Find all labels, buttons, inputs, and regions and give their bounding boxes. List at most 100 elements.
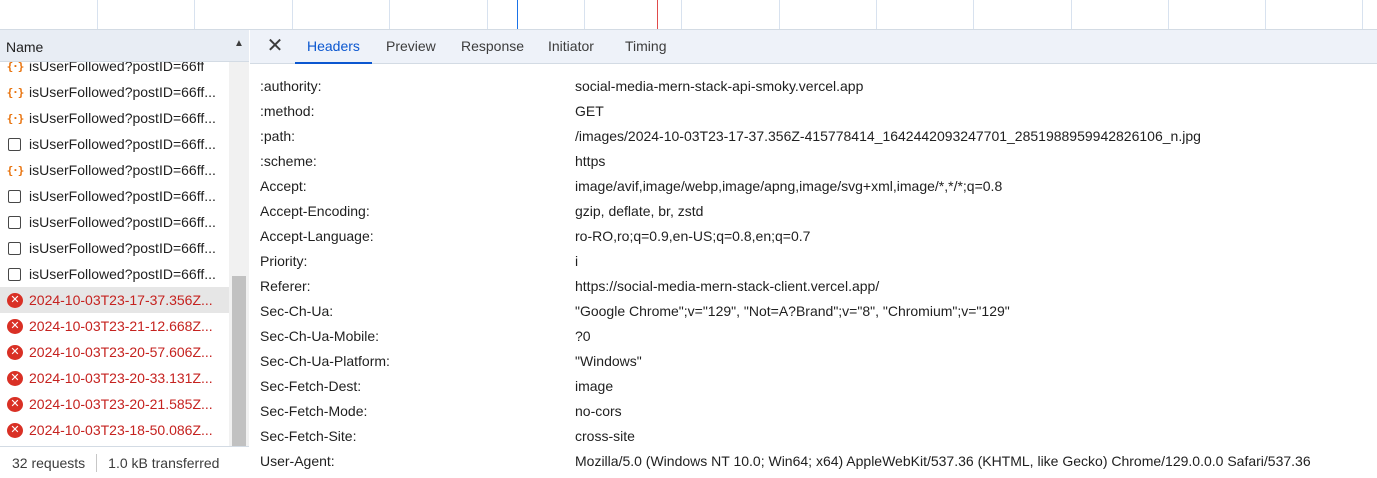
scroll-up-icon[interactable]: ▲	[230, 35, 248, 53]
header-name: Referer:	[260, 278, 311, 294]
header-value: ?0	[575, 328, 591, 344]
error-icon: ✕	[7, 344, 23, 360]
request-name: 2024-10-03T23-20-57.606Z...	[29, 344, 213, 360]
header-row: Sec-Fetch-Mode: no-cors	[250, 399, 1377, 424]
timeline-gridline	[876, 0, 877, 29]
name-column-label: Name	[6, 39, 44, 55]
timeline-gridline	[681, 0, 682, 29]
status-divider	[96, 453, 98, 472]
header-value: ro-RO,ro;q=0.9,en-US;q=0.8,en;q=0.7	[575, 228, 811, 244]
network-timeline[interactable]	[0, 0, 1377, 30]
timeline-gridline	[584, 0, 585, 29]
request-rows: {·} isUserFollowed?postID=66ff {·} isUserFo…	[0, 62, 229, 445]
header-value: cross-site	[575, 428, 635, 444]
header-value: Mozilla/5.0 (Windows NT 10.0; Win64; x64…	[575, 453, 1311, 469]
timeline-gridline	[1168, 0, 1169, 29]
header-row: Sec-Fetch-Site: cross-site	[250, 424, 1377, 449]
tab-headers[interactable]: Headers	[295, 30, 372, 64]
request-row[interactable]: ✕ 2024-10-03T23-20-33.131Z...	[0, 365, 229, 391]
details-tabbar: ✕ Headers Preview Response Initiator Tim…	[250, 30, 1377, 64]
header-value: "Google Chrome";v="129", "Not=A?Brand";v…	[575, 303, 1010, 319]
request-row[interactable]: ✕ 2024-10-03T23-17-37.356Z...	[0, 287, 229, 313]
header-row: Priority: i	[250, 249, 1377, 274]
request-row[interactable]: isUserFollowed?postID=66ff...	[0, 209, 229, 235]
error-icon: ✕	[7, 370, 23, 386]
header-row: Sec-Ch-Ua-Platform: "Windows"	[250, 349, 1377, 374]
tab-timing[interactable]: Timing	[613, 30, 679, 64]
header-name: Sec-Fetch-Site:	[260, 428, 357, 444]
header-value: /images/2024-10-03T23-17-37.356Z-4157784…	[575, 128, 1201, 144]
tab-response[interactable]: Response	[449, 30, 536, 64]
request-row[interactable]: isUserFollowed?postID=66ff...	[0, 183, 229, 209]
close-icon[interactable]: ✕	[265, 36, 285, 56]
request-row[interactable]: isUserFollowed?postID=66ff...	[0, 131, 229, 157]
header-row: User-Agent: Mozilla/5.0 (Windows NT 10.0;…	[250, 449, 1377, 474]
json-icon: {·}	[6, 111, 25, 125]
header-value: no-cors	[575, 403, 622, 419]
error-icon: ✕	[7, 422, 23, 438]
request-row[interactable]: ✕ 2024-10-03T23-21-12.668Z...	[0, 313, 229, 339]
header-value: image/avif,image/webp,image/apng,image/s…	[575, 178, 1003, 194]
request-name: isUserFollowed?postID=66ff...	[29, 162, 216, 178]
request-headers-list: :authority: social-media-mern-stack-api-s…	[250, 74, 1377, 478]
timeline-gridline	[1071, 0, 1072, 29]
scrollbar-thumb[interactable]	[232, 276, 246, 451]
header-value: image	[575, 378, 614, 394]
doc-icon	[8, 137, 21, 151]
header-value: GET	[575, 103, 604, 119]
timeline-gridline	[1362, 0, 1363, 29]
header-value: gzip, deflate, br, zstd	[575, 203, 704, 219]
transferred-size: 1.0 kB transferred	[108, 454, 220, 471]
header-name: Sec-Ch-Ua-Mobile:	[260, 328, 380, 344]
timeline-load-marker	[657, 0, 658, 29]
timeline-gridline	[194, 0, 195, 29]
header-name: Priority:	[260, 253, 308, 269]
request-row[interactable]: isUserFollowed?postID=66ff...	[0, 235, 229, 261]
request-details-pane: ✕ Headers Preview Response Initiator Tim…	[250, 30, 1377, 478]
header-name: Sec-Fetch-Mode:	[260, 403, 368, 419]
json-icon: {·}	[6, 62, 25, 73]
name-column-header[interactable]: Name ▲	[0, 30, 249, 62]
request-count: 32 requests	[12, 454, 86, 471]
timeline-gridline	[389, 0, 390, 29]
request-row[interactable]: {·} isUserFollowed?postID=66ff...	[0, 157, 229, 183]
header-row: Sec-Ch-Ua: "Google Chrome";v="129", "Not=…	[250, 299, 1377, 324]
header-value: https	[575, 153, 606, 169]
request-name: isUserFollowed?postID=66ff	[29, 62, 205, 74]
header-value: https://social-media-mern-stack-client.v…	[575, 278, 880, 294]
header-name: Accept-Language:	[260, 228, 374, 244]
request-name: isUserFollowed?postID=66ff...	[29, 136, 216, 152]
request-row[interactable]: ✕ 2024-10-03T23-20-57.606Z...	[0, 339, 229, 365]
request-row[interactable]: {·} isUserFollowed?postID=66ff	[0, 62, 229, 79]
header-value: social-media-mern-stack-api-smoky.vercel…	[575, 78, 864, 94]
timeline-gridline	[97, 0, 98, 29]
json-icon: {·}	[6, 85, 25, 99]
timeline-gridline	[292, 0, 293, 29]
request-row[interactable]: {·} isUserFollowed?postID=66ff...	[0, 79, 229, 105]
request-name: isUserFollowed?postID=66ff...	[29, 84, 216, 100]
request-name: isUserFollowed?postID=66ff...	[29, 266, 216, 282]
header-name: :authority:	[260, 78, 322, 94]
header-name: :method:	[260, 103, 315, 119]
header-row: :method: GET	[250, 99, 1377, 124]
network-status-bar: 32 requests 1.0 kB transferred	[0, 446, 249, 478]
request-row[interactable]: ✕ 2024-10-03T23-18-50.086Z...	[0, 417, 229, 443]
header-name: :scheme:	[260, 153, 317, 169]
request-row[interactable]: ✕ 2024-10-03T23-20-21.585Z...	[0, 391, 229, 417]
request-name: 2024-10-03T23-21-12.668Z...	[29, 318, 213, 334]
request-name: 2024-10-03T23-20-33.131Z...	[29, 370, 213, 386]
request-row[interactable]: isUserFollowed?postID=66ff...	[0, 261, 229, 287]
header-row: Accept: image/avif,image/webp,image/apng,…	[250, 174, 1377, 199]
header-row: Accept-Language: ro-RO,ro;q=0.9,en-US;q=0…	[250, 224, 1377, 249]
request-row[interactable]: {·} isUserFollowed?postID=66ff...	[0, 105, 229, 131]
header-row: :authority: social-media-mern-stack-api-s…	[250, 74, 1377, 99]
doc-icon	[8, 215, 21, 229]
request-list-scrollbar[interactable]: ▼	[229, 62, 249, 472]
request-name: isUserFollowed?postID=66ff...	[29, 240, 216, 256]
request-name: 2024-10-03T23-18-50.086Z...	[29, 422, 213, 438]
header-name: Sec-Fetch-Dest:	[260, 378, 362, 394]
header-row: Accept-Encoding: gzip, deflate, br, zstd	[250, 199, 1377, 224]
header-value: i	[575, 253, 579, 269]
tab-initiator[interactable]: Initiator	[536, 30, 606, 64]
tab-preview[interactable]: Preview	[374, 30, 448, 64]
